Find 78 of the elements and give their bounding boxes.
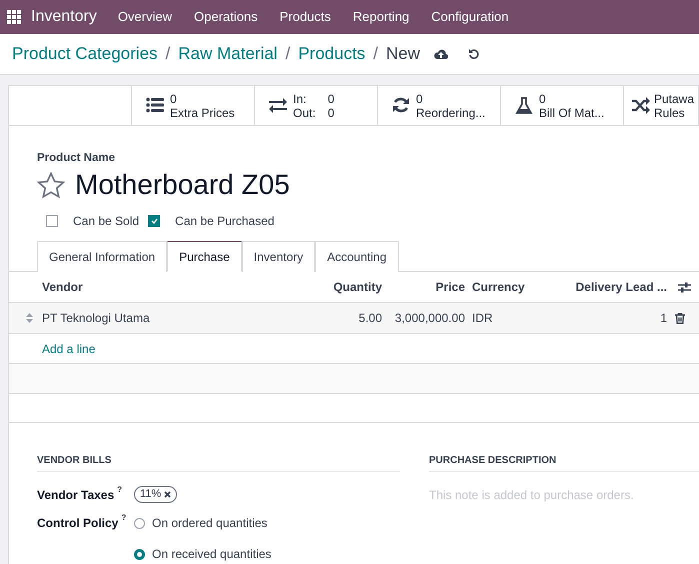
trash-icon — [675, 312, 685, 324]
stat-value: 0 — [416, 92, 424, 106]
product-name-field[interactable]: Motherboard Z05 — [75, 168, 290, 202]
stat-label: Reordering... — [416, 106, 486, 120]
in-label: In: — [293, 92, 308, 106]
radio-button[interactable] — [134, 518, 145, 529]
field-label: Vendor Taxes — [37, 487, 114, 504]
smart-button[interactable]: In: 0 Out: 0 — [255, 86, 378, 125]
stat-label: Extra Prices — [170, 106, 235, 120]
stat-value: 0 — [539, 92, 547, 106]
refresh-icon — [392, 97, 410, 114]
smart-button[interactable]: 0 Reordering... — [378, 86, 501, 125]
tab[interactable]: Purchase — [167, 241, 242, 272]
cloud-upload-icon — [434, 48, 448, 60]
check-icon — [150, 218, 158, 224]
column-header[interactable]: Delivery Lead ... — [540, 278, 667, 296]
radio-label[interactable]: On ordered quantities — [152, 514, 268, 532]
smart-button[interactable]: 0 Bill Of Mat... — [501, 86, 624, 125]
nav-menu-item[interactable]: Operations — [194, 7, 258, 27]
star-icon[interactable] — [37, 172, 65, 199]
stat-value: Putawa — [654, 92, 694, 106]
in-value: 0 — [328, 92, 334, 106]
list-icon — [146, 97, 164, 114]
field-label: Product Name — [37, 151, 116, 166]
section-title: PURCHASE DESCRIPTION — [429, 453, 699, 472]
checkbox[interactable] — [148, 215, 160, 228]
sort-handle-icon — [26, 313, 33, 324]
breadcrumb-current: New — [386, 43, 420, 66]
smart-button[interactable]: Putawa Rules — [624, 86, 699, 125]
app-title[interactable]: Inventory — [31, 5, 97, 29]
help-tooltip[interactable]: ? — [121, 512, 126, 532]
column-header[interactable]: Vendor — [42, 278, 301, 296]
arrows-icon — [269, 97, 287, 114]
checkbox-label[interactable]: Can be Sold — [73, 212, 140, 230]
breadcrumb-separator: / — [373, 43, 378, 66]
table-cell-text: 3,000,000.00 — [394, 310, 465, 328]
nav-menu-item[interactable]: Reporting — [352, 7, 410, 27]
column-header[interactable]: Currency — [465, 278, 540, 296]
checkbox-label[interactable]: Can be Purchased — [175, 212, 274, 230]
field-label: Control Policy — [37, 515, 118, 532]
breadcrumb-separator: / — [285, 43, 290, 66]
flask-icon — [515, 97, 533, 114]
tab[interactable]: General Information — [37, 241, 168, 272]
help-tooltip[interactable]: ? — [117, 484, 122, 504]
table-row[interactable]: PT Teknologi Utama 5.00 3,000,000.00 IDR 1 — [9, 303, 699, 334]
breadcrumb-link[interactable]: Product Categories — [12, 41, 158, 67]
breadcrumb-link[interactable]: Products — [298, 41, 366, 67]
remove-icon — [164, 491, 172, 498]
purchase-description-field[interactable]: This note is added to purchase orders. — [429, 486, 699, 506]
tab[interactable]: Accounting — [315, 241, 398, 272]
nav-menu-item[interactable]: Configuration — [431, 7, 509, 27]
undo-icon — [468, 48, 480, 60]
table-cell-text: PT Teknologi Utama — [42, 310, 151, 328]
table-cell-text: 5.00 — [358, 310, 382, 328]
stat-label: Bill Of Mat... — [539, 106, 604, 120]
breadcrumb-link[interactable]: Raw Material — [178, 41, 278, 67]
table-cell-text: IDR — [471, 310, 494, 328]
shuffle-icon — [632, 97, 650, 114]
radio-label[interactable]: On received quantities — [152, 545, 272, 564]
out-value: 0 — [328, 106, 334, 120]
nav-menu-item[interactable]: Overview — [118, 7, 172, 27]
table-cell-text: 1 — [659, 310, 667, 328]
section-title: VENDOR BILLS — [37, 453, 400, 472]
column-header[interactable]: Quantity — [301, 278, 382, 296]
nav-menu-item[interactable]: Products — [280, 7, 331, 27]
smart-button[interactable]: 0 Extra Prices — [132, 86, 255, 125]
radio-button[interactable] — [134, 548, 145, 560]
stat-label: Rules — [654, 106, 686, 120]
add-line-link[interactable]: Add a line — [42, 340, 96, 358]
apps-grid-icon — [7, 10, 21, 24]
tab[interactable]: Inventory — [242, 241, 316, 272]
checkbox[interactable] — [46, 215, 58, 228]
stat-value: 0 — [170, 92, 178, 106]
out-label: Out: — [293, 106, 316, 120]
sliders-icon — [678, 282, 691, 293]
breadcrumb-separator: / — [166, 43, 170, 66]
column-header[interactable]: Price — [382, 278, 465, 296]
tax-tag-label: 11% — [140, 487, 162, 502]
